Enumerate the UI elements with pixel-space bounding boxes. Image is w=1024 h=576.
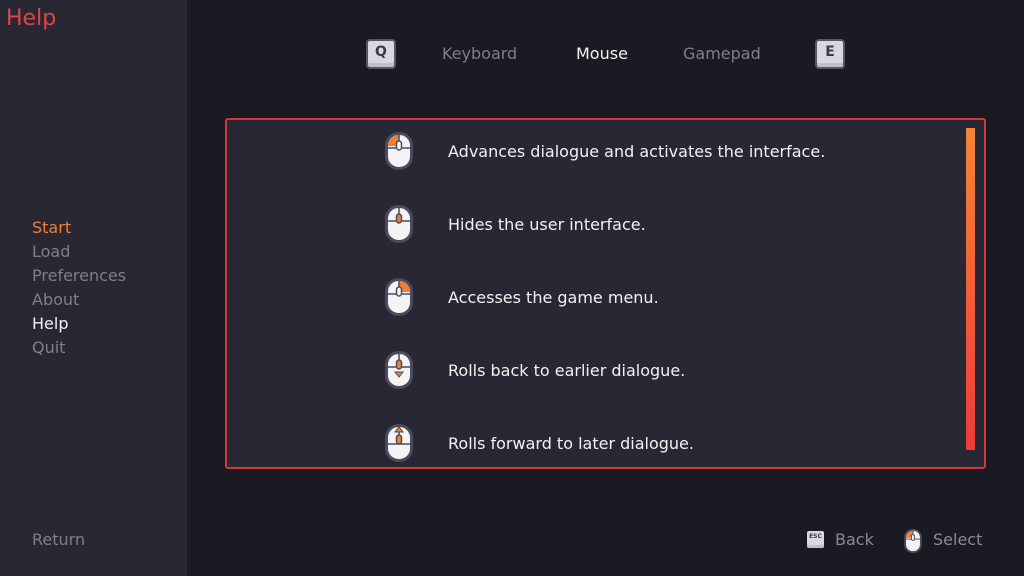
binding-description: Rolls back to earlier dialogue. (448, 361, 686, 380)
esc-key-icon: ESC (807, 531, 824, 548)
binding-description: Rolls forward to later dialogue. (448, 434, 694, 453)
help-tabs: Q Keyboard Mouse Gamepad E (0, 38, 1024, 70)
next-tab-key-e-icon[interactable]: E (815, 39, 845, 69)
mouse-right-click-icon (385, 278, 413, 316)
mouse-bindings-panel: Advances dialogue and activates the inte… (225, 118, 986, 469)
mouse-scroll-up-icon (385, 424, 413, 462)
nav-item-preferences[interactable]: Preferences (32, 264, 126, 288)
back-button[interactable]: Back (835, 530, 874, 549)
binding-row: Rolls forward to later dialogue. (227, 424, 967, 464)
binding-description: Hides the user interface. (448, 215, 646, 234)
mouse-middle-click-icon (385, 205, 413, 243)
tab-keyboard[interactable]: Keyboard (442, 44, 517, 63)
nav-item-load[interactable]: Load (32, 240, 126, 264)
mouse-scroll-down-icon (385, 351, 413, 389)
binding-row: Advances dialogue and activates the inte… (227, 132, 967, 172)
tab-gamepad[interactable]: Gamepad (683, 44, 761, 63)
panel-scrollbar[interactable] (966, 128, 975, 450)
nav-item-quit[interactable]: Quit (32, 336, 126, 360)
binding-row: Hides the user interface. (227, 205, 967, 245)
nav-item-start[interactable]: Start (32, 216, 126, 240)
mouse-left-click-icon (904, 529, 922, 553)
prev-tab-key-q-icon[interactable]: Q (366, 39, 396, 69)
binding-row: Rolls back to earlier dialogue. (227, 351, 967, 391)
nav-item-about[interactable]: About (32, 288, 126, 312)
return-button[interactable]: Return (32, 530, 85, 549)
select-button[interactable]: Select (933, 530, 982, 549)
nav-item-help[interactable]: Help (32, 312, 126, 336)
tab-mouse[interactable]: Mouse (576, 44, 628, 63)
mouse-left-click-icon (385, 132, 413, 170)
main-navigation: Start Load Preferences About Help Quit (32, 216, 126, 360)
binding-description: Advances dialogue and activates the inte… (448, 142, 826, 161)
screen-title: Help (6, 6, 57, 31)
binding-description: Accesses the game menu. (448, 288, 659, 307)
sidebar: Help Start Load Preferences About Help Q… (0, 0, 187, 576)
binding-row: Accesses the game menu. (227, 278, 967, 318)
